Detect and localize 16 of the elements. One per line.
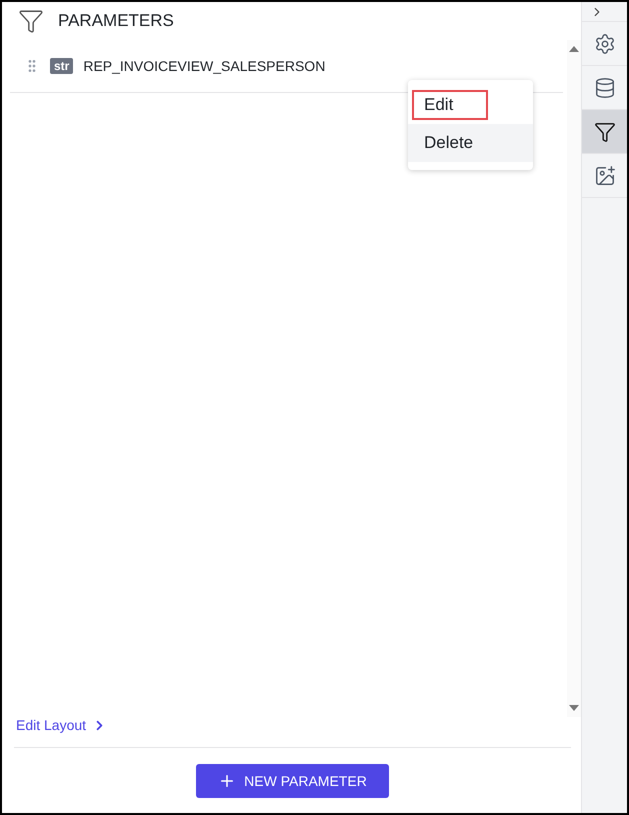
menu-item[interactable]: Delete <box>408 124 533 162</box>
menu-item-label: Delete <box>423 132 474 154</box>
menu-item-label: Edit <box>412 90 488 120</box>
filter-tab[interactable] <box>582 110 627 154</box>
type-tag: str <box>50 58 74 74</box>
database-icon <box>594 76 616 98</box>
filter-icon <box>18 8 44 34</box>
panel-title: PARAMETERS <box>58 11 174 31</box>
image-icon <box>594 164 616 186</box>
scroll-up-icon[interactable] <box>569 46 579 52</box>
parameter-name: REP_INVOICEVIEW_SALESPERSON <box>83 58 326 74</box>
scroll-down-icon[interactable] <box>569 705 579 711</box>
filter-icon <box>594 120 616 142</box>
new-parameter-button[interactable]: NEW PARAMETER <box>196 764 389 798</box>
settings-icon <box>594 32 616 54</box>
edit-layout-link[interactable]: Edit Layout <box>2 717 581 747</box>
